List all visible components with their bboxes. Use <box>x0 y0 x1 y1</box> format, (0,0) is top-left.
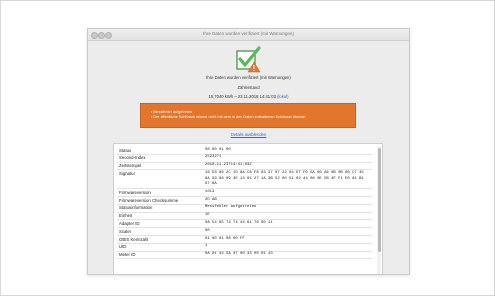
meter-reading-label: Zählerstand <box>237 85 260 90</box>
table-row: Second-Index 2523271 <box>117 154 372 163</box>
row-key: Zeitstempel <box>117 162 203 171</box>
row-value: 01 00 01 08 00 FF <box>203 235 372 244</box>
row-key: Meter ID <box>117 251 203 260</box>
row-value: 16 D3 86 2C 1D 8A C8 F8 83 37 07 22 04 D… <box>203 169 372 190</box>
row-key: Adapter ID <box>117 219 203 229</box>
table-row: Firmwareversion v013 <box>117 188 372 198</box>
table-row: Firmwareversion Checksumme 2D AB <box>117 196 372 205</box>
local-time-link[interactable]: (lokal) <box>277 94 288 99</box>
details-table-panel[interactable]: Status 08 00 01 00 Second-Index 2523271 Zeit… <box>113 143 383 274</box>
verification-window: Ihre Daten wurden verifiziert (mit Warnu… <box>87 28 410 275</box>
verification-result-message: Ihre Daten wurden verifiziert (mit Warnu… <box>206 75 291 80</box>
table-row: Signatur 16 D3 86 2C 1D 8A C8 F8 83 37 07… <box>117 169 372 190</box>
toggle-details-link[interactable]: Details ausblenden <box>88 132 409 137</box>
row-value: Messfehler aufgetreten <box>203 204 372 213</box>
details-table: Status 08 00 01 00 Second-Index 2523271 Zeit… <box>117 147 372 260</box>
warning-box: • Messfehler aufgetreten • Der öffentlic… <box>140 103 356 128</box>
window-title: Ihre Daten wurden verifiziert (mit Warnu… <box>203 31 294 36</box>
window-titlebar: Ihre Daten wurden verifiziert (mit Warnu… <box>88 29 409 41</box>
warning-text: Messfehler aufgetreten <box>153 110 193 114</box>
table-row: Einheit 1E <box>117 212 372 221</box>
warning-text: Der öffentliche Schlüssel stimmt nicht m… <box>153 115 306 119</box>
row-value: v013 <box>203 188 372 198</box>
row-key: Scaler <box>117 227 203 236</box>
table-row: Zeitstempel 2018-11-23T14:41:03Z <box>117 162 372 171</box>
row-value: 0A 01 44 5A 47 00 33 00 01 43 <box>203 251 372 260</box>
row-key: Signatur <box>117 169 203 190</box>
meter-reading-value: 15,7040 kWh – 23.11.2018 14:41:03 (lokal… <box>88 94 409 99</box>
table-row: UID 1 <box>117 243 372 252</box>
row-key: OBIS Kennzahl <box>117 235 203 244</box>
row-key: Status <box>117 147 203 155</box>
row-key: Firmwareversion <box>117 188 203 198</box>
table-row: Adapter ID 0A 54 65 73 74 44 61 76 00 11 <box>117 219 372 229</box>
row-key: Firmwareversion Checksumme <box>117 196 203 205</box>
row-key: Einheit <box>117 212 203 221</box>
row-value: 2018-11-23T14:41:03Z <box>203 162 372 171</box>
row-value: 08 00 01 00 <box>203 147 372 155</box>
table-row: Status 08 00 01 00 <box>117 147 372 155</box>
warning-item: • Messfehler aufgetreten <box>151 110 193 114</box>
row-key: Second-Index <box>117 154 203 163</box>
table-row: Meter ID 0A 01 44 5A 47 00 33 00 01 43 <box>117 251 372 260</box>
row-key: UID <box>117 243 203 252</box>
row-key: Statusinformation <box>117 204 203 213</box>
row-value: 1E <box>203 212 372 221</box>
table-row: OBIS Kennzahl 01 00 01 08 00 FF <box>117 235 372 244</box>
table-row: Statusinformation Messfehler aufgetreten <box>117 204 372 213</box>
details-scrollbar[interactable] <box>377 146 381 274</box>
reading-text: 15,7040 kWh – 23.11.2018 14:41:03 <box>208 94 276 99</box>
row-value: 00 <box>203 227 372 236</box>
row-value: 1 <box>203 243 372 252</box>
row-value: 0A 54 65 73 74 44 61 76 00 11 <box>203 219 372 229</box>
scrollbar-thumb[interactable] <box>377 148 381 252</box>
row-value: 2523271 <box>203 154 372 163</box>
table-row: Scaler 00 <box>117 227 372 236</box>
row-value: 2D AB <box>203 196 372 205</box>
warning-item: • Der öffentliche Schlüssel stimmt nicht… <box>151 115 306 119</box>
verified-checkmark-icon <box>236 46 261 73</box>
